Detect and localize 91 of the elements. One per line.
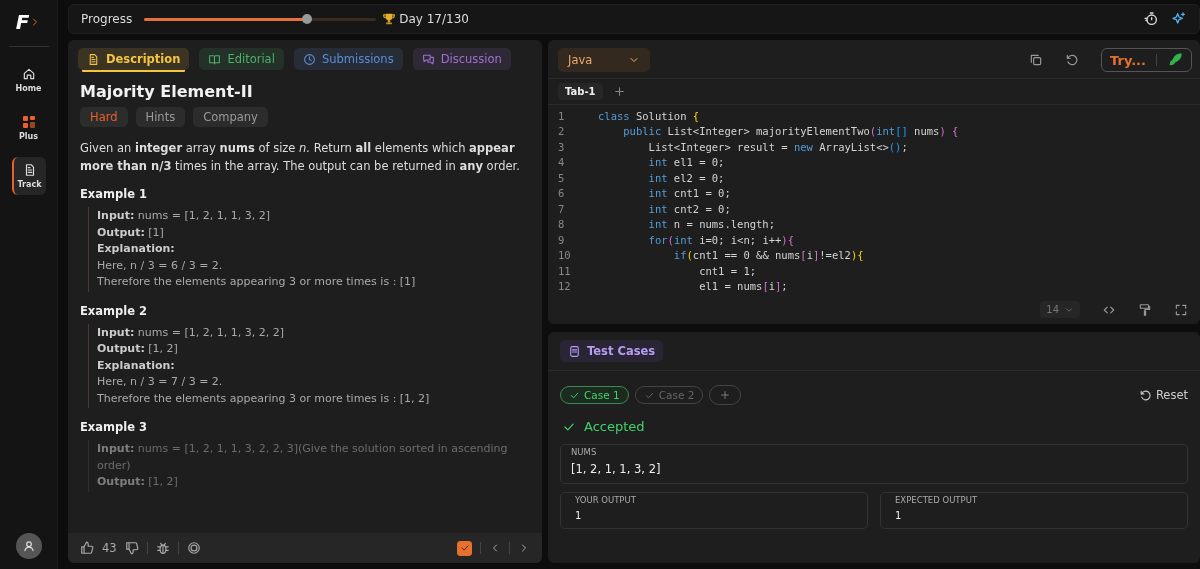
sparkle-icon: [1171, 11, 1187, 27]
code-line: int n = nums.length;: [647, 218, 775, 231]
tag[interactable]: Hints: [135, 107, 186, 127]
line-number: 7: [557, 202, 566, 215]
example-line: Output: [1, 2]: [97, 474, 179, 490]
trophy-icon: [382, 12, 397, 26]
tab[interactable]: Description: [78, 48, 190, 70]
example-heading: Example 3: [80, 420, 148, 434]
code-line: class Solution {: [597, 109, 700, 122]
output-field: EXPECTED OUTPUT 1: [880, 492, 1188, 529]
problem-statement: Given an integer array nums of size n. Return all elements which appear more than n/3 times in the array. The output can be returned in any order.: [80, 140, 521, 175]
tab[interactable]: Discussion: [412, 48, 511, 70]
clock-icon: [302, 52, 316, 66]
progress-slider[interactable]: [144, 17, 377, 21]
reset-button[interactable]: Reset: [1138, 388, 1188, 402]
grid-icon: [21, 115, 36, 129]
progress-label: Progress: [81, 12, 133, 26]
case-tab[interactable]: Case 1: [560, 386, 629, 404]
day-counter: Day 17/130: [399, 12, 469, 26]
bug-icon: [155, 541, 170, 555]
stopwatch-icon: [1143, 11, 1159, 27]
language-dropdown[interactable]: Java: [558, 48, 650, 72]
copy-icon: [1029, 53, 1044, 67]
example-heading: Example 2: [80, 303, 148, 318]
tab[interactable]: Submissions: [293, 48, 403, 70]
example-line: Here, n / 3 = 7 / 3 = 2.: [97, 374, 224, 390]
code-line: el1 = nums[i];: [698, 280, 788, 293]
input-field[interactable]: NUMS [1, 2, 1, 1, 3, 2]: [560, 444, 1188, 484]
output-field: YOUR OUTPUT 1: [560, 492, 868, 529]
sidebar-item[interactable]: Home: [12, 61, 45, 99]
plus-icon: [612, 85, 626, 98]
tag[interactable]: Hard: [80, 107, 128, 127]
book-icon: [208, 52, 222, 66]
code-line: int el1 = 0;: [647, 156, 725, 169]
editor-tab[interactable]: Tab-1: [558, 83, 603, 100]
tag[interactable]: Company: [193, 107, 268, 127]
example-line: Explanation:: [97, 357, 176, 374]
example-line: Here, n / 3 = 6 / 3 = 2.: [97, 257, 224, 274]
example-line: Output: [1]: [97, 224, 165, 241]
example-line: Therefore the elements appearing 3 or more times is : [1, 2]: [97, 390, 431, 407]
paint-roller-icon: [1138, 302, 1152, 317]
user-icon: [21, 539, 36, 553]
code-line: cnt1 = 1;: [698, 264, 757, 277]
chat-icon: [421, 52, 435, 66]
fullscreen-icon: [1174, 302, 1188, 317]
plus-icon: [719, 389, 732, 401]
example-line: Input: nums = [1, 2, 1, 1, 3, 2, 2, 3](Give the solution sorted in ascending order): [97, 441, 509, 474]
document-icon: [87, 52, 100, 66]
code-line: if(cnt1 == 0 && nums[i]!=el2){: [672, 249, 864, 262]
thumbs-down-icon: [124, 541, 139, 555]
thumbs-up-icon: [80, 541, 94, 555]
code-line: public List<Integer> majorityElementTwo(int[] nums) {: [622, 125, 959, 138]
code-line: for(int i=0; i<n; i++){: [647, 233, 794, 246]
example-line: Output: [1, 2]: [97, 341, 179, 357]
try-button[interactable]: Try...: [1101, 48, 1192, 72]
sidebar-item[interactable]: Plus: [12, 109, 45, 147]
line-number: 10: [557, 249, 572, 262]
solved-checkbox[interactable]: [457, 540, 472, 556]
line-number: 1: [557, 109, 566, 122]
line-number: 8: [557, 218, 566, 231]
avatar[interactable]: [15, 533, 42, 559]
code-line: int cnt1 = 0;: [647, 187, 731, 200]
line-number: 5: [557, 171, 566, 184]
sidebar-item[interactable]: Track: [11, 157, 46, 195]
line-number: 12: [557, 280, 572, 293]
line-number: 4: [557, 156, 566, 169]
line-number: 11: [557, 264, 572, 277]
like-count: 43: [102, 541, 117, 555]
logo[interactable]: F: [15, 10, 30, 34]
coin-icon: [186, 541, 201, 555]
example-line: Explanation:: [97, 241, 176, 257]
reset-icon: [1138, 388, 1152, 402]
example-line: Input: nums = [1, 2, 1, 1, 3, 2, 2]: [97, 324, 285, 341]
code-line: int cnt2 = 0;: [647, 202, 731, 215]
verdict-text: Accepted: [584, 419, 645, 434]
home-icon: [21, 67, 36, 81]
line-number: 6: [557, 187, 566, 200]
line-number: 2: [557, 125, 566, 138]
example-line: Input: nums = [1, 2, 1, 1, 3, 2]: [97, 208, 271, 224]
check-icon: [459, 543, 470, 553]
line-number: 9: [557, 233, 566, 246]
test-cases-tab[interactable]: Test Cases: [560, 340, 664, 362]
code-line: List<Integer> result = new ArrayList<>();: [647, 140, 908, 153]
tab[interactable]: Editorial: [199, 48, 284, 70]
problem-title: Majority Element-II: [80, 82, 254, 101]
undo-icon: [1065, 53, 1080, 67]
code-line: int el2 = 0;: [647, 171, 725, 184]
database-icon: [568, 344, 581, 358]
example-line: Therefore the elements appearing 3 or more times is : [1]: [97, 274, 417, 290]
line-number: 3: [557, 140, 566, 153]
example-heading: Example 1: [80, 187, 148, 201]
